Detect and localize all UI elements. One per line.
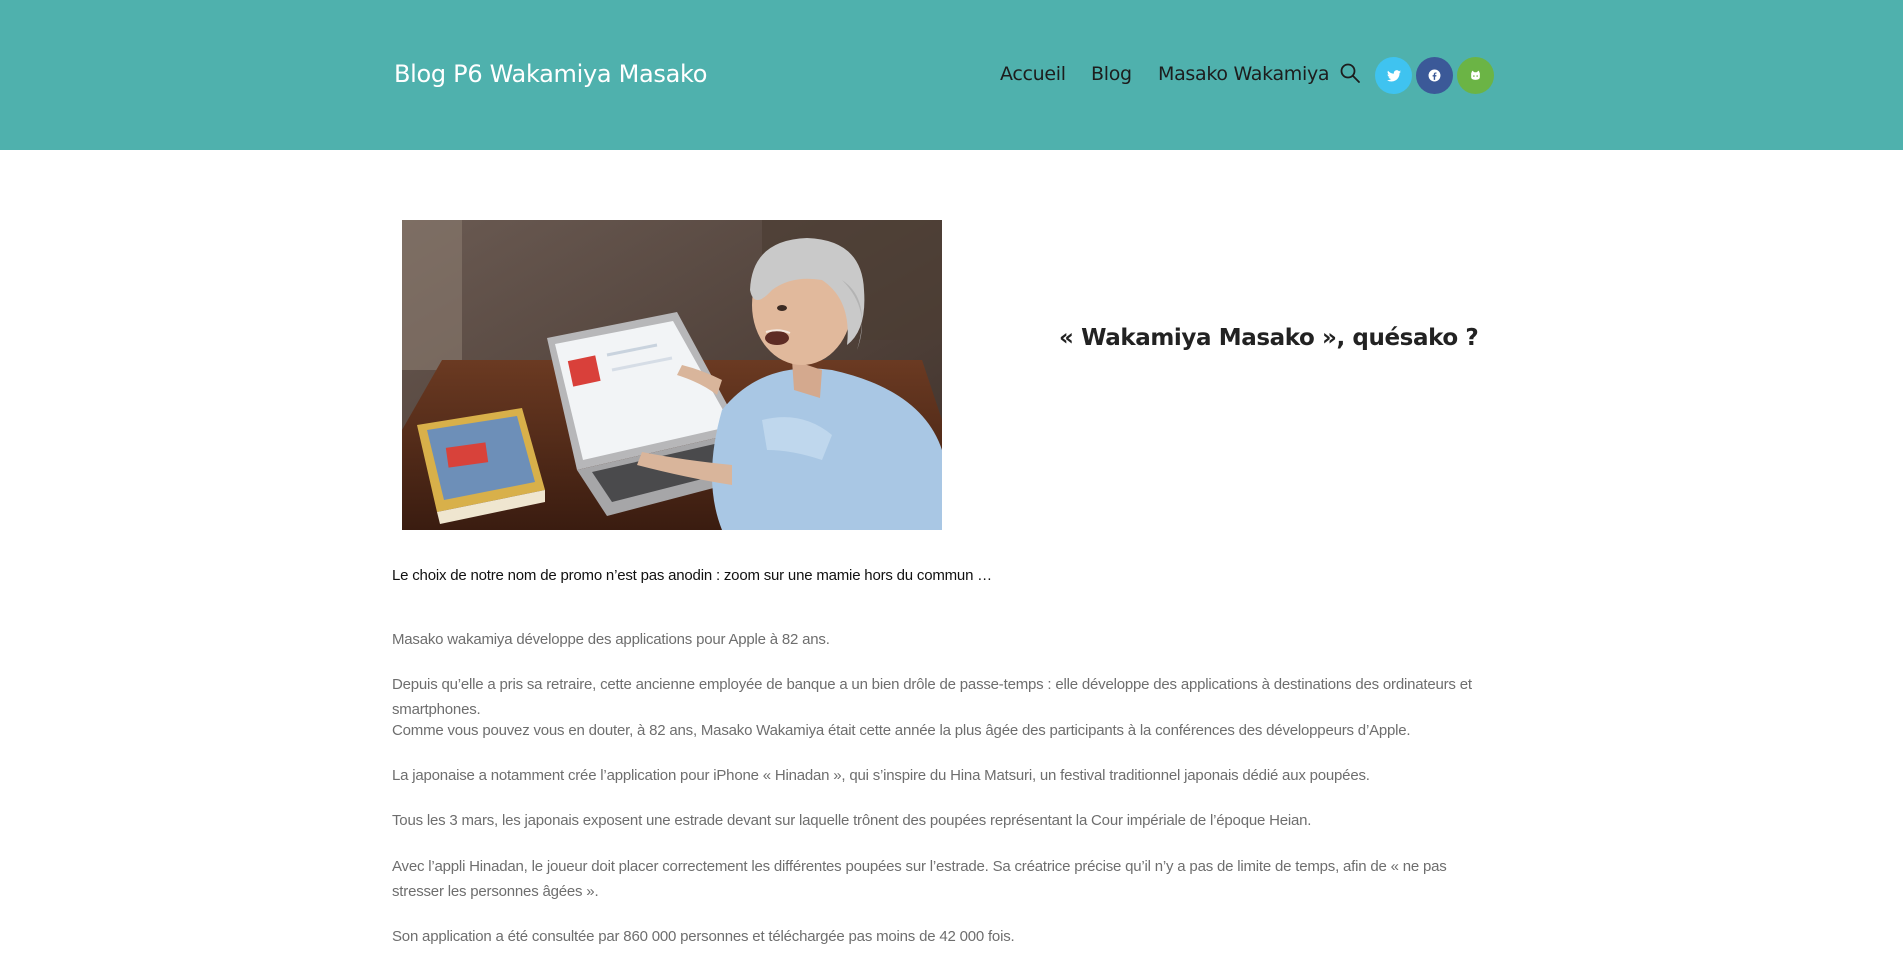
paragraph: Tous les 3 mars, les japonais exposent u… [392,812,1312,829]
paragraph: Comme vous pouvez vous en douter, à 82 a… [392,722,1411,739]
search-icon[interactable] [1339,62,1361,84]
twitter-icon[interactable] [1375,57,1412,94]
featured-image [402,220,942,530]
paragraph: Avec l’appli Hinadan, le joueur doit pla… [392,858,1447,900]
site-title[interactable]: Blog P6 Wakamiya Masako [394,60,707,88]
nav-item-masako-wakamiya[interactable]: Masako Wakamiya [1158,63,1330,85]
paragraph: Son application a été consultée par 860 … [392,928,1015,945]
facebook-icon[interactable] [1416,57,1453,94]
post-title[interactable]: « Wakamiya Masako », quésako ? [1059,325,1479,351]
paragraph: Depuis qu’elle a pris sa retraire, cette… [392,676,1472,718]
paragraph: La japonaise a notamment crée l’applicat… [392,767,1370,784]
paragraph: Masako wakamiya développe des applicatio… [392,631,830,648]
github-icon[interactable] [1457,57,1494,94]
nav-item-accueil[interactable]: Accueil [1000,63,1066,85]
nav-item-blog[interactable]: Blog [1091,63,1132,85]
post-excerpt: Le choix de notre nom de promo n’est pas… [392,567,992,584]
site-header: Blog P6 Wakamiya Masako Accueil Blog Mas… [0,0,1903,150]
